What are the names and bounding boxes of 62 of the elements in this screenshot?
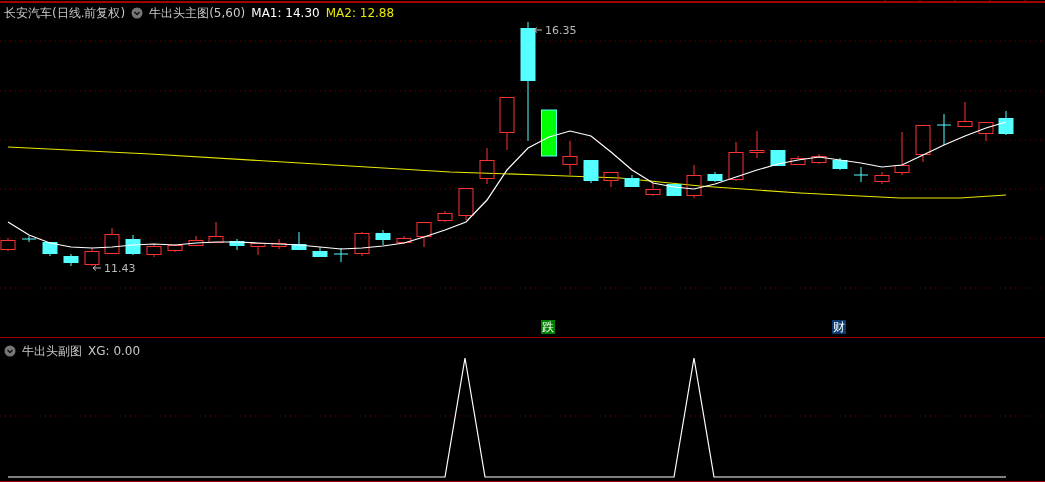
indicator-name: 牛出头副图	[22, 342, 82, 360]
signal-marker: 跌	[541, 320, 555, 334]
candlestick	[146, 243, 162, 258]
candlestick	[832, 157, 848, 171]
indicator-name: 牛出头主图(5,60)	[149, 4, 246, 22]
candlestick	[84, 247, 100, 267]
candlestick	[479, 147, 495, 185]
candlestick	[229, 238, 245, 251]
candlestick	[874, 171, 890, 185]
candlestick	[458, 187, 474, 221]
indicator-value: XG: 0.00	[88, 344, 141, 358]
candlestick	[104, 227, 120, 254]
indicator-value: MA1: 14.30	[251, 6, 320, 20]
candlestick	[291, 231, 307, 250]
candlestick	[915, 124, 931, 163]
candlestick	[396, 235, 412, 245]
candlestick	[541, 109, 557, 157]
indicator-value: MA2: 12.88	[325, 6, 395, 20]
chevron-down-icon[interactable]	[131, 7, 144, 19]
doji-candlestick	[853, 166, 869, 183]
price-label: 11.43	[104, 262, 136, 275]
candlestick	[125, 234, 141, 256]
doji-candlestick	[936, 113, 952, 146]
candlestick	[208, 221, 224, 244]
candlestick	[686, 164, 702, 199]
candlestick	[42, 241, 58, 257]
candlestick	[250, 242, 266, 256]
candlestick	[957, 101, 973, 128]
candlestick	[63, 253, 79, 267]
candlestick	[728, 141, 744, 182]
candlestick	[603, 171, 619, 188]
arrow-icon	[533, 27, 543, 33]
candlestick	[562, 140, 578, 176]
chevron-down-icon[interactable]	[4, 345, 16, 357]
candlestick	[0, 237, 16, 252]
candlestick	[666, 183, 682, 196]
candlestick	[499, 96, 515, 151]
candlestick	[416, 221, 432, 248]
candlestick	[167, 243, 183, 253]
doji-candlestick	[21, 235, 37, 243]
candlestick	[188, 235, 204, 247]
candlestick	[271, 238, 287, 250]
candlestick	[354, 231, 370, 257]
candlestick	[583, 159, 599, 184]
stock-title: 长安汽车(日线.前复权)	[4, 4, 126, 22]
candlestick	[312, 246, 328, 257]
signal-marker: 财	[832, 320, 846, 334]
candlestick	[811, 153, 827, 165]
arrow-icon	[92, 265, 102, 271]
candlestick	[375, 229, 391, 246]
candlestick	[770, 149, 786, 166]
candlestick	[437, 210, 453, 223]
candlestick	[978, 121, 994, 142]
doji-candlestick	[333, 247, 349, 263]
candlestick	[894, 131, 910, 176]
candlestick	[645, 182, 661, 197]
candlestick	[624, 174, 640, 187]
candlestick	[998, 110, 1014, 136]
candlestick	[749, 130, 765, 159]
candlestick	[790, 155, 806, 166]
price-label: 16.35	[545, 24, 577, 37]
candlestick	[707, 171, 723, 183]
